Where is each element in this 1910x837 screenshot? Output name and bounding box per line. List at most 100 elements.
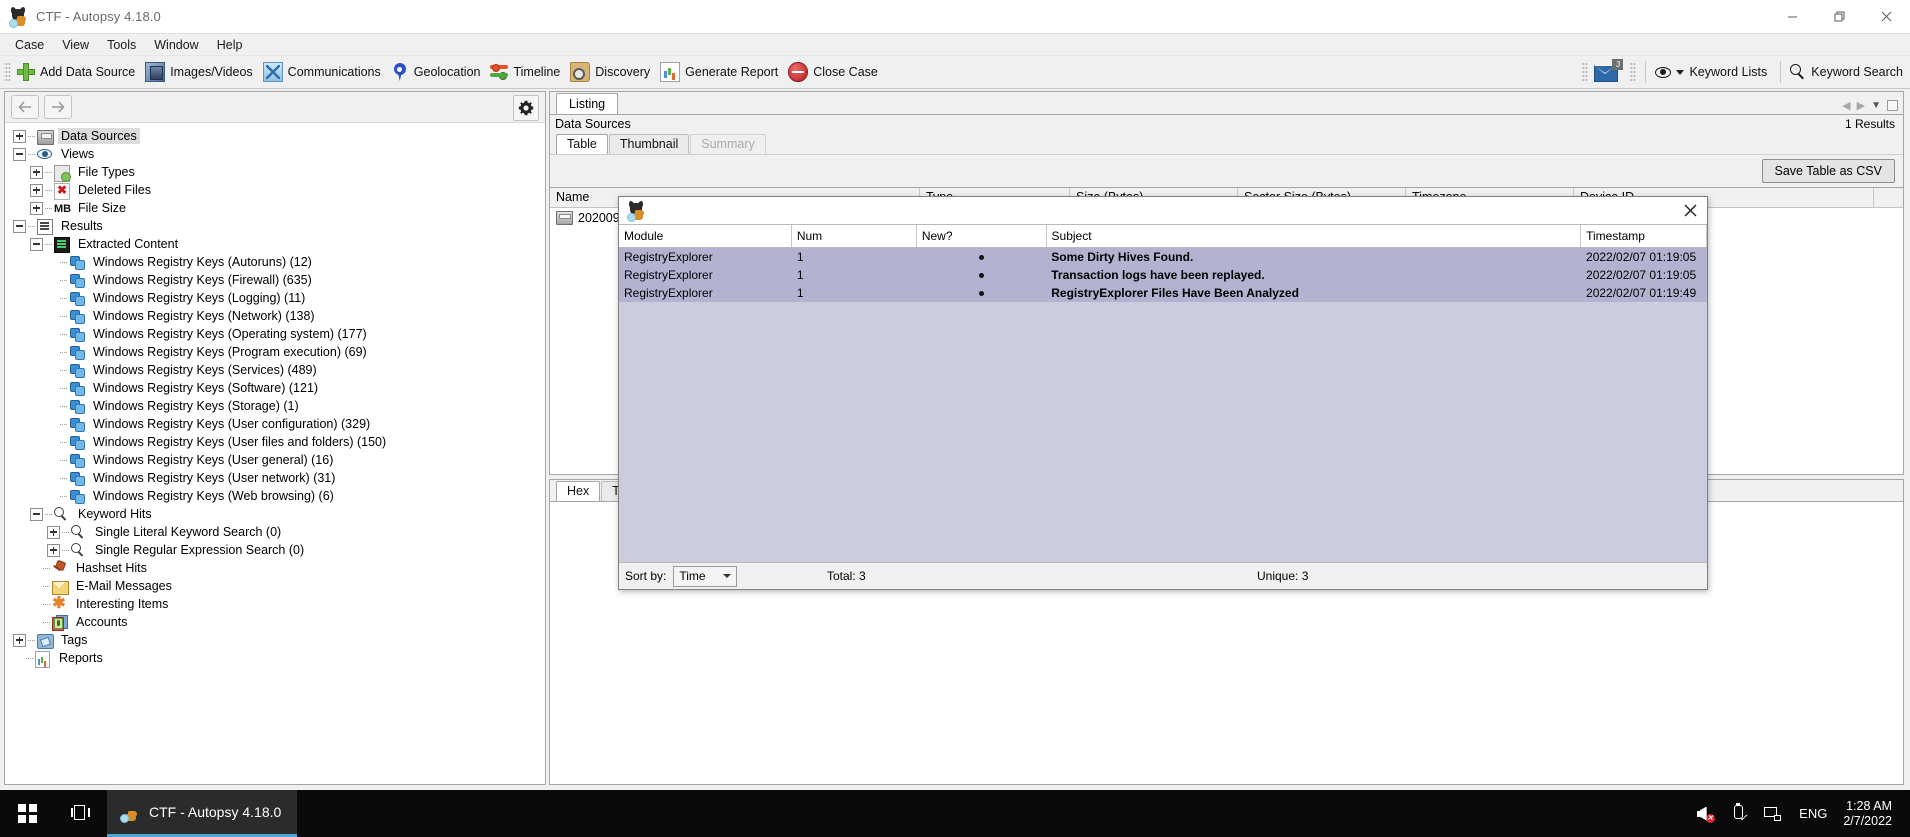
- dialog-column-header[interactable]: Subject: [1047, 225, 1582, 247]
- dialog-column-header[interactable]: Module: [619, 225, 792, 247]
- network-button[interactable]: [1755, 790, 1789, 837]
- language-indicator[interactable]: ENG: [1789, 806, 1837, 821]
- tree-node-windows-registry-keys-operating-system-177[interactable]: Windows Registry Keys (Operating system)…: [5, 325, 545, 343]
- tree-node-windows-registry-keys-network-138[interactable]: Windows Registry Keys (Network) (138): [5, 307, 545, 325]
- images-videos-button[interactable]: Images/Videos: [142, 57, 259, 87]
- menu-tools[interactable]: Tools: [98, 36, 145, 54]
- tab-hex[interactable]: Hex: [556, 481, 601, 501]
- clock[interactable]: 1:28 AM 2/7/2022: [1837, 799, 1906, 829]
- dialog-message-row[interactable]: RegistryExplorer 1 Some Dirty Hives Found.…: [619, 248, 1707, 266]
- tree-node-views[interactable]: Views: [5, 145, 545, 163]
- maximize-panel-icon[interactable]: [1887, 100, 1898, 111]
- tree-node-single-literal-keyword-search-0[interactable]: Single Literal Keyword Search (0): [5, 523, 545, 541]
- collapse-icon[interactable]: [30, 237, 43, 251]
- tree-node-windows-registry-keys-autoruns-12[interactable]: Windows Registry Keys (Autoruns) (12): [5, 253, 545, 271]
- tree-node-windows-registry-keys-web-browsing-6[interactable]: Windows Registry Keys (Web browsing) (6): [5, 487, 545, 505]
- toolbar-grip[interactable]: [4, 61, 11, 83]
- tree-node-windows-registry-keys-user-configuration-329[interactable]: Windows Registry Keys (User configuratio…: [5, 415, 545, 433]
- minimize-button[interactable]: [1769, 0, 1816, 33]
- close-button[interactable]: [1863, 0, 1910, 33]
- back-button[interactable]: [11, 95, 39, 119]
- views-eye-icon: [37, 146, 54, 162]
- expand-icon[interactable]: [47, 543, 60, 557]
- expand-icon[interactable]: [30, 165, 43, 179]
- taskbar-app-autopsy[interactable]: CTF - Autopsy 4.18.0: [107, 790, 298, 837]
- menu-window[interactable]: Window: [145, 36, 207, 54]
- tree-node-windows-registry-keys-user-files-and-folders-150[interactable]: Windows Registry Keys (User files and fo…: [5, 433, 545, 451]
- toolbar-grip-right[interactable]: [1581, 61, 1589, 83]
- generate-report-button[interactable]: Generate Report: [657, 57, 785, 87]
- dialog-column-header[interactable]: Num: [792, 225, 917, 247]
- start-button[interactable]: [0, 790, 55, 837]
- expand-icon[interactable]: [30, 201, 43, 215]
- tree-node-windows-registry-keys-program-execution-69[interactable]: Windows Registry Keys (Program execution…: [5, 343, 545, 361]
- tree-node-windows-registry-keys-software-121[interactable]: Windows Registry Keys (Software) (121): [5, 379, 545, 397]
- dialog-message-row[interactable]: RegistryExplorer 1 RegistryExplorer Files …: [619, 284, 1707, 302]
- discovery-button[interactable]: Discovery: [567, 57, 657, 87]
- menu-case[interactable]: Case: [6, 36, 53, 54]
- tree-node-file-size[interactable]: MB File Size: [5, 199, 545, 217]
- toolbar-grip-2[interactable]: [1629, 61, 1637, 83]
- close-case-button[interactable]: Close Case: [785, 57, 885, 87]
- tree-node-e-mail-messages[interactable]: E-Mail Messages: [5, 577, 545, 595]
- results-tree[interactable]: Data Sources Views File Types ✖ Deleted File…: [5, 123, 545, 784]
- registry-key-icon: [69, 326, 86, 342]
- tree-node-file-types[interactable]: File Types: [5, 163, 545, 182]
- tree-node-keyword-hits[interactable]: Keyword Hits: [5, 505, 545, 523]
- tree-node-interesting-items[interactable]: ✱ Interesting Items: [5, 595, 545, 613]
- tree-node-windows-registry-keys-user-general-16[interactable]: Windows Registry Keys (User general) (16…: [5, 451, 545, 469]
- volume-button[interactable]: ✕: [1687, 790, 1721, 837]
- collapse-icon[interactable]: [13, 219, 26, 233]
- tree-node-results[interactable]: Results: [5, 217, 545, 235]
- task-view-button[interactable]: [55, 790, 107, 837]
- dialog-message-row[interactable]: RegistryExplorer 1 Transaction logs have b…: [619, 266, 1707, 284]
- dialog-close-button[interactable]: [1673, 197, 1707, 224]
- forward-button[interactable]: [44, 95, 72, 119]
- tree-node-reports[interactable]: Reports: [5, 649, 545, 668]
- tree-node-windows-registry-keys-services-489[interactable]: Windows Registry Keys (Services) (489): [5, 361, 545, 379]
- expand-icon[interactable]: [13, 633, 26, 647]
- tree-node-data-sources[interactable]: Data Sources: [5, 127, 545, 145]
- tree-node-accounts[interactable]: Accounts: [5, 613, 545, 631]
- expand-icon[interactable]: [47, 525, 60, 539]
- tab-list-dropdown-icon[interactable]: ▼: [1871, 100, 1881, 111]
- tree-node-single-regular-expression-search-0[interactable]: Single Regular Expression Search (0): [5, 541, 545, 559]
- tree-node-hashset-hits[interactable]: Hashset Hits: [5, 559, 545, 577]
- tree-node-windows-registry-keys-storage-1[interactable]: Windows Registry Keys (Storage) (1): [5, 397, 545, 415]
- dialog-message-list[interactable]: RegistryExplorer 1 Some Dirty Hives Found.…: [619, 248, 1707, 562]
- tree-node-windows-registry-keys-firewall-635[interactable]: Windows Registry Keys (Firewall) (635): [5, 271, 545, 289]
- geolocation-button[interactable]: Geolocation: [388, 57, 488, 87]
- menu-view[interactable]: View: [53, 36, 98, 54]
- scroll-right-icon[interactable]: ▶: [1857, 99, 1865, 112]
- tree-settings-button[interactable]: [513, 95, 539, 121]
- tab-table[interactable]: Table: [556, 134, 608, 154]
- dialog-cell-new: [917, 272, 1046, 278]
- keyword-lists-button[interactable]: Keyword Lists: [1652, 57, 1774, 87]
- dialog-column-header[interactable]: New?: [917, 225, 1047, 247]
- restore-button[interactable]: [1816, 0, 1863, 33]
- tree-node-windows-registry-keys-logging-11[interactable]: Windows Registry Keys (Logging) (11): [5, 289, 545, 307]
- collapse-icon[interactable]: [13, 147, 26, 161]
- expand-icon[interactable]: [30, 183, 43, 197]
- notifications-button[interactable]: 3: [1591, 57, 1625, 87]
- timeline-button[interactable]: Timeline: [487, 57, 567, 87]
- scroll-left-icon[interactable]: ◀: [1842, 99, 1850, 112]
- tab-listing[interactable]: Listing: [556, 93, 619, 114]
- keyword-search-button[interactable]: Keyword Search: [1787, 57, 1910, 87]
- expand-icon[interactable]: [13, 129, 26, 143]
- sort-by-select[interactable]: Time: [673, 565, 738, 587]
- tree-node-tags[interactable]: Tags: [5, 631, 545, 649]
- menu-help[interactable]: Help: [208, 36, 252, 54]
- collapse-icon[interactable]: [30, 507, 43, 521]
- dialog-column-header[interactable]: Timestamp: [1581, 225, 1708, 247]
- add-data-source-button[interactable]: Add Data Source: [14, 57, 142, 87]
- tree-node-windows-registry-keys-user-network-31[interactable]: Windows Registry Keys (User network) (31…: [5, 469, 545, 487]
- usb-eject-button[interactable]: ✓: [1721, 790, 1755, 837]
- communications-button[interactable]: Communications: [260, 57, 388, 87]
- tree-node-extracted-content[interactable]: Extracted Content: [5, 235, 545, 253]
- save-table-as-csv-button[interactable]: Save Table as CSV: [1761, 159, 1895, 183]
- tree-node-deleted-files[interactable]: ✖ Deleted Files: [5, 181, 545, 200]
- tab-thumbnail[interactable]: Thumbnail: [608, 134, 690, 154]
